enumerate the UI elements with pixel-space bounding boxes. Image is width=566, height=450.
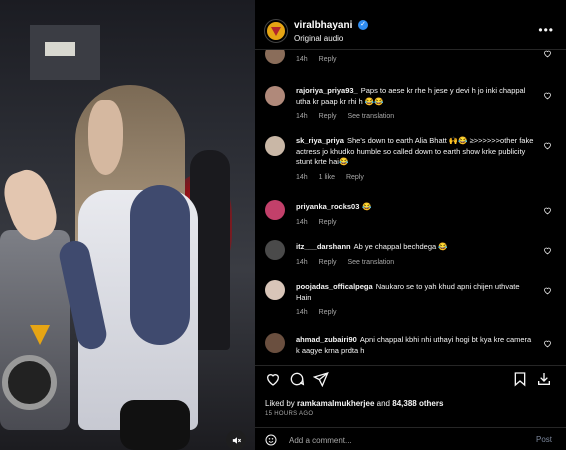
comment-list[interactable]: 14h Reply rajoriya_priya93_ Paps to aese … bbox=[255, 50, 566, 365]
like-heart-icon[interactable] bbox=[543, 286, 552, 295]
comment-time[interactable]: 14h bbox=[296, 219, 308, 226]
comment-meta: 14h Reply bbox=[296, 218, 536, 229]
comment-time[interactable]: 14h bbox=[296, 309, 308, 316]
comment-avatar[interactable] bbox=[265, 333, 285, 353]
brand-logo-icon bbox=[271, 26, 281, 36]
liked-by-prefix: Liked by bbox=[265, 399, 295, 408]
verified-badge-icon: ✓ bbox=[358, 20, 368, 30]
comment-meta: 14h 1 like Reply bbox=[296, 173, 536, 184]
comment-meta: 14h Reply bbox=[296, 308, 536, 319]
comment-time[interactable]: 14h bbox=[296, 259, 308, 266]
video-background-window bbox=[45, 42, 75, 56]
emoji-icon[interactable] bbox=[265, 434, 277, 446]
comment-reply-button[interactable]: Reply bbox=[319, 309, 337, 316]
video-subject-sleeve bbox=[130, 185, 190, 345]
comment-body: poojadas_officalpega Naukaro se to yah kh… bbox=[296, 282, 536, 319]
more-options-button[interactable]: ••• bbox=[538, 23, 554, 37]
comment-avatar[interactable] bbox=[265, 240, 285, 260]
like-heart-icon[interactable] bbox=[543, 339, 552, 348]
like-heart-icon[interactable] bbox=[265, 371, 281, 387]
comment-bubble-icon[interactable] bbox=[289, 371, 305, 387]
download-icon[interactable] bbox=[536, 371, 552, 387]
like-heart-icon[interactable] bbox=[543, 206, 552, 215]
comment-meta: 14h Reply See translation bbox=[296, 112, 536, 123]
audio-label[interactable]: Original audio bbox=[294, 34, 343, 43]
comment-username[interactable]: priyanka_rocks03 bbox=[296, 202, 359, 211]
comment-time[interactable]: 14h bbox=[296, 56, 308, 63]
comment-username[interactable]: ahmad_zubairi90 bbox=[296, 335, 357, 344]
comment-body: ahmad_zubairi90 Apni chappal kbhi nhi uth… bbox=[296, 335, 536, 356]
liked-by-user[interactable]: ramkamalmukherjee bbox=[297, 399, 374, 408]
comment-meta: 14h Reply See translation bbox=[296, 258, 536, 269]
comment-reply-button[interactable]: Reply bbox=[319, 113, 337, 120]
comment-avatar[interactable] bbox=[265, 280, 285, 300]
comment-avatar[interactable] bbox=[265, 50, 285, 64]
author-avatar[interactable] bbox=[265, 20, 287, 42]
post-actions: Liked by ramkamalmukherjee and 84,388 ot… bbox=[255, 365, 566, 425]
comment-reply-button[interactable]: Reply bbox=[319, 219, 337, 226]
comment-avatar[interactable] bbox=[265, 86, 285, 106]
comment-body: itz___darshann Ab ye chappal bechdega 😂 1… bbox=[296, 242, 536, 268]
speaker-muted-icon bbox=[232, 436, 241, 444]
comment-avatar[interactable] bbox=[265, 200, 285, 220]
author-username[interactable]: viralbhayani bbox=[294, 20, 352, 31]
watermark-logo-icon bbox=[30, 325, 50, 345]
video-subject-bag bbox=[120, 400, 190, 450]
comment-body: rajoriya_priya93_ Paps to aese kr rhe h j… bbox=[296, 86, 536, 123]
comment-text: Ab ye chappal bechdega 😂 bbox=[353, 242, 448, 251]
comment-input[interactable] bbox=[289, 433, 509, 447]
comment-reply-button[interactable]: Reply bbox=[319, 259, 337, 266]
share-send-icon[interactable] bbox=[313, 371, 329, 387]
comment-like-count[interactable]: 1 like bbox=[319, 174, 335, 181]
post-comment-button[interactable]: Post bbox=[536, 435, 552, 444]
post-date[interactable]: 15 HOURS AGO bbox=[265, 411, 313, 417]
see-translation-button[interactable]: See translation bbox=[348, 259, 395, 266]
comment-meta: 14h Reply bbox=[296, 55, 536, 66]
like-heart-icon[interactable] bbox=[543, 141, 552, 150]
comment-body: 14h Reply bbox=[296, 50, 536, 66]
post-header: viralbhayani ✓ Original audio ••• bbox=[255, 10, 566, 48]
comment-time[interactable]: 14h bbox=[296, 174, 308, 181]
comment-text: 😂 bbox=[362, 202, 372, 211]
video-subject-face bbox=[88, 100, 123, 175]
bookmark-icon[interactable] bbox=[512, 371, 528, 387]
liked-by-summary: Liked by ramkamalmukherjee and 84,388 ot… bbox=[265, 399, 443, 408]
comment-body: sk_riya_priya She's down to earth Alia Bh… bbox=[296, 136, 536, 183]
comment-username[interactable]: rajoriya_priya93_ bbox=[296, 86, 358, 95]
post-side-panel: viralbhayani ✓ Original audio ••• 14h Re… bbox=[255, 0, 566, 450]
liked-by-others[interactable]: 84,388 others bbox=[392, 399, 443, 408]
comment-reply-button[interactable]: Reply bbox=[319, 56, 337, 63]
comment-avatar[interactable] bbox=[265, 136, 285, 156]
video-car-wheel bbox=[2, 355, 57, 410]
like-heart-icon[interactable] bbox=[543, 91, 552, 100]
comment-reply-button[interactable]: Reply bbox=[346, 174, 364, 181]
see-translation-button[interactable]: See translation bbox=[348, 113, 395, 120]
instagram-post-viewer: viralbhayani ✓ Original audio ••• 14h Re… bbox=[0, 0, 566, 450]
liked-by-and: and bbox=[376, 399, 391, 408]
like-heart-icon[interactable] bbox=[543, 50, 552, 58]
comment-username[interactable]: sk_riya_priya bbox=[296, 136, 344, 145]
add-comment-bar: Post bbox=[255, 430, 566, 450]
comment-body: priyanka_rocks03 😂 14h Reply bbox=[296, 202, 536, 228]
like-heart-icon[interactable] bbox=[543, 246, 552, 255]
comment-username[interactable]: itz___darshann bbox=[296, 242, 351, 251]
video-player[interactable] bbox=[0, 0, 255, 450]
comment-box-divider bbox=[255, 427, 566, 428]
comment-username[interactable]: poojadas_officalpega bbox=[296, 282, 373, 291]
mute-button[interactable] bbox=[226, 430, 246, 450]
comment-time[interactable]: 14h bbox=[296, 113, 308, 120]
